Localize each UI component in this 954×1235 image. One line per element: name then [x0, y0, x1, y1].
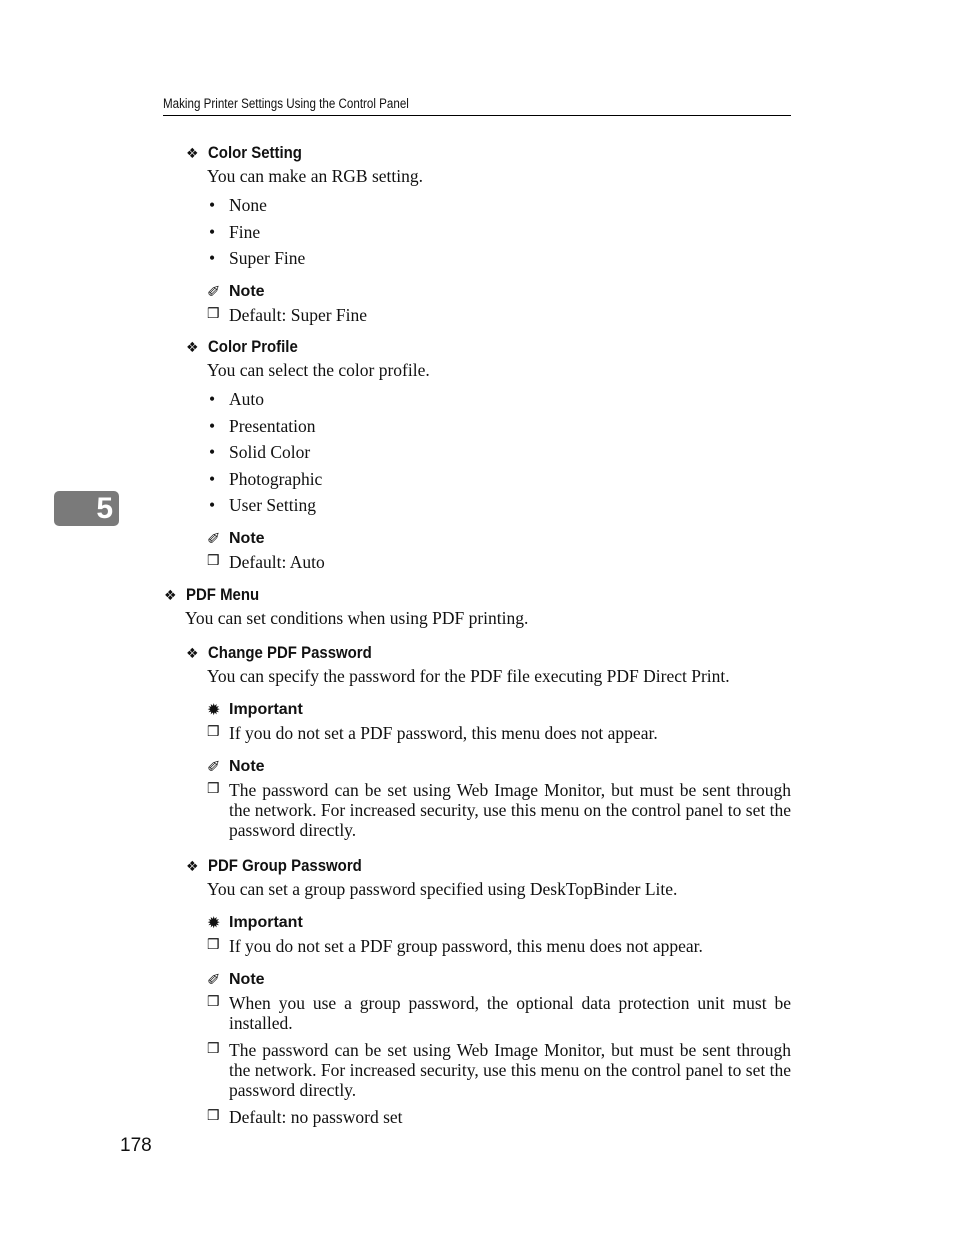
note-heading: ✐ Note: [207, 758, 265, 776]
important-burst-icon: ✹: [207, 702, 221, 719]
section-title: PDF Group Password: [208, 856, 362, 875]
section-title: Change PDF Password: [208, 643, 372, 662]
page-number: 178: [120, 1135, 152, 1156]
list-item: • Auto: [207, 386, 791, 413]
diamond-bullet-icon: ❖: [186, 144, 199, 161]
pencil-icon: ✐: [207, 530, 221, 548]
diamond-bullet-icon: ❖: [186, 857, 199, 874]
list-item: • Super Fine: [207, 245, 791, 272]
section-title: Color Setting: [208, 143, 302, 162]
section-title: PDF Menu: [186, 585, 260, 604]
list-item: • Solid Color: [207, 439, 791, 466]
section-heading: ❖ PDF Group Password: [186, 856, 791, 876]
diamond-bullet-icon: ❖: [186, 644, 199, 661]
note-heading: ✐ Note: [207, 971, 265, 989]
section-description: You can set conditions when using PDF pr…: [185, 608, 529, 628]
list-item: • None: [207, 192, 791, 219]
section-title: Color Profile: [208, 337, 298, 356]
note-item: ❒ Default: Super Fine: [207, 304, 368, 325]
note-item: ❒ When you use a group password, the opti…: [207, 993, 791, 1033]
diamond-bullet-icon: ❖: [164, 586, 177, 603]
note-item: ❒ Default: no password set: [207, 1107, 403, 1127]
note-item: ❒ The password can be set using Web Image…: [207, 780, 791, 840]
section-description: You can set a group password specified u…: [207, 879, 678, 899]
checkbox-icon: ❒: [207, 938, 220, 953]
bullet-dot-icon: •: [209, 389, 216, 409]
section-description: You can specify the password for the PDF…: [207, 666, 730, 686]
checkbox-icon: ❒: [207, 782, 220, 797]
section-change-pdf-password: ❖ Change PDF Password You can specify th…: [186, 643, 791, 840]
section-heading: ❖ Color Profile: [186, 337, 791, 357]
list-item: • Fine: [207, 219, 791, 246]
bullet-dot-icon: •: [209, 468, 216, 489]
list-item: • Presentation: [207, 413, 791, 440]
bullet-dot-icon: •: [209, 221, 216, 242]
running-head-rule: [163, 114, 791, 116]
section-description: You can make an RGB setting.: [207, 166, 423, 186]
note-item: ❒ Default: Auto: [207, 551, 325, 572]
section-color-profile: ❖ Color Profile You can select the color…: [186, 337, 791, 572]
checkbox-icon: ❒: [207, 1109, 220, 1124]
pencil-icon: ✐: [207, 283, 221, 301]
pencil-icon: ✐: [207, 759, 221, 776]
bullet-dot-icon: •: [209, 415, 216, 436]
section-pdf-menu: ❖ PDF Menu You can set conditions when u…: [164, 585, 791, 628]
list-item: • Photographic: [207, 466, 791, 493]
section-description: You can select the color profile.: [207, 360, 430, 380]
checkbox-icon: ❒: [207, 725, 220, 740]
pencil-icon: ✐: [207, 972, 221, 989]
running-head: Making Printer Settings Using the Contro…: [163, 96, 409, 111]
important-burst-icon: ✹: [207, 915, 221, 932]
important-heading: ✹ Important: [207, 914, 303, 932]
section-heading: ❖ Color Setting: [186, 143, 791, 163]
note-heading: ✐ Note: [207, 282, 265, 301]
bullet-dot-icon: •: [209, 495, 216, 515]
section-color-setting: ❖ Color Setting You can make an RGB sett…: [186, 143, 791, 325]
checkbox-icon: ❒: [207, 306, 220, 322]
bullet-dot-icon: •: [209, 248, 216, 268]
note-item: ❒ The password can be set using Web Image…: [207, 1040, 791, 1100]
diamond-bullet-icon: ❖: [186, 338, 199, 355]
bullet-dot-icon: •: [209, 195, 216, 215]
section-heading: ❖ PDF Menu: [164, 585, 791, 605]
chapter-tab: 5: [54, 491, 119, 526]
important-heading: ✹ Important: [207, 701, 303, 719]
important-item: ❒ If you do not set a PDF password, this …: [207, 723, 658, 743]
section-pdf-group-password: ❖ PDF Group Password You can set a group…: [186, 856, 791, 1127]
checkbox-icon: ❒: [207, 1042, 220, 1057]
section-heading: ❖ Change PDF Password: [186, 643, 791, 663]
checkbox-icon: ❒: [207, 995, 220, 1010]
bullet-dot-icon: •: [209, 442, 216, 462]
note-heading: ✐ Note: [207, 529, 265, 548]
important-item: ❒ If you do not set a PDF group password,…: [207, 936, 703, 956]
checkbox-icon: ❒: [207, 553, 220, 569]
list-item: • User Setting: [207, 492, 791, 519]
